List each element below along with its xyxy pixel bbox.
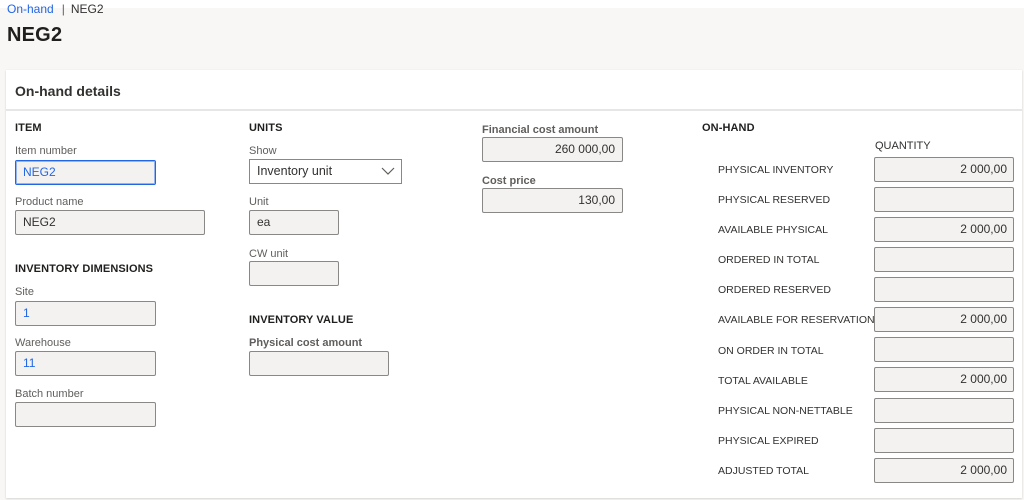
units-group-title: UNITS xyxy=(249,122,283,134)
on-hand-row-label: ON ORDER IN TOTAL xyxy=(718,345,824,357)
page-title: NEG2 xyxy=(7,24,63,46)
on-hand-row-value[interactable] xyxy=(874,187,1014,212)
item-number-label: Item number xyxy=(15,145,77,157)
product-name-field[interactable]: NEG2 xyxy=(15,210,205,235)
on-hand-row-label: PHYSICAL NON-NETTABLE xyxy=(718,405,853,417)
on-hand-row-value[interactable] xyxy=(874,277,1014,302)
inventory-dimensions-group-title: INVENTORY DIMENSIONS xyxy=(15,263,154,275)
show-label: Show xyxy=(249,145,277,157)
warehouse-label: Warehouse xyxy=(15,337,71,349)
show-unit-select-value: Inventory unit xyxy=(257,164,333,178)
on-hand-row-label: ORDERED IN TOTAL xyxy=(718,254,820,266)
site-label: Site xyxy=(15,286,34,298)
unit-label: Unit xyxy=(249,196,269,208)
chevron-down-icon xyxy=(381,167,395,175)
on-hand-row-value[interactable]: 2 000,00 xyxy=(874,307,1014,332)
on-hand-details-card: On-hand details ITEM Item number NEG2 Pr… xyxy=(6,70,1022,498)
on-hand-row-label: AVAILABLE FOR RESERVATION xyxy=(718,314,875,326)
on-hand-row-value[interactable]: 2 000,00 xyxy=(874,157,1014,182)
on-hand-row-label: TOTAL AVAILABLE xyxy=(718,375,808,387)
on-hand-row-label: ADJUSTED TOTAL xyxy=(718,465,810,477)
on-hand-row-value[interactable] xyxy=(874,398,1014,423)
breadcrumb-current: NEG2 xyxy=(70,2,104,16)
quantity-column-header: QUANTITY xyxy=(875,140,931,152)
on-hand-group-title: ON-HAND xyxy=(702,122,755,134)
unit-field[interactable]: ea xyxy=(249,210,339,235)
page: On-hand | NEG2 NEG2 On-hand details ITEM I… xyxy=(0,2,1024,500)
on-hand-row-value[interactable]: 2 000,00 xyxy=(874,217,1014,242)
physical-cost-amount-field[interactable] xyxy=(249,351,389,376)
inventory-value-group-title: INVENTORY VALUE xyxy=(249,314,354,326)
on-hand-row-value[interactable] xyxy=(874,247,1014,272)
cost-price-label: Cost price xyxy=(482,175,536,187)
breadcrumb-link-on-hand[interactable]: On-hand xyxy=(7,2,54,16)
batch-number-field[interactable] xyxy=(15,402,156,427)
on-hand-row-label: PHYSICAL EXPIRED xyxy=(718,435,819,447)
on-hand-row-value[interactable] xyxy=(874,428,1014,453)
financial-cost-amount-field[interactable]: 260 000,00 xyxy=(482,137,623,162)
financial-cost-amount-label: Financial cost amount xyxy=(482,124,599,136)
on-hand-row-label: PHYSICAL RESERVED xyxy=(718,194,831,206)
item-number-field[interactable]: NEG2 xyxy=(15,160,156,185)
cost-price-field[interactable]: 130,00 xyxy=(482,188,623,213)
physical-cost-amount-label: Physical cost amount xyxy=(249,337,363,349)
show-unit-select[interactable]: Inventory unit xyxy=(249,159,402,184)
on-hand-row-value[interactable] xyxy=(874,337,1014,362)
cw-unit-label: CW unit xyxy=(249,248,289,260)
site-field[interactable]: 1 xyxy=(15,301,156,326)
on-hand-row-value[interactable]: 2 000,00 xyxy=(874,458,1014,483)
warehouse-field[interactable]: 11 xyxy=(15,351,156,376)
on-hand-row-value[interactable]: 2 000,00 xyxy=(874,367,1014,392)
breadcrumb: On-hand | NEG2 xyxy=(7,2,104,16)
card-header[interactable]: On-hand details xyxy=(6,70,1022,111)
on-hand-row-label: AVAILABLE PHYSICAL xyxy=(718,224,828,236)
card-title: On-hand details xyxy=(15,83,121,99)
on-hand-row-label: PHYSICAL INVENTORY xyxy=(718,164,834,176)
breadcrumb-separator: | xyxy=(61,2,65,16)
on-hand-row-label: ORDERED RESERVED xyxy=(718,284,831,296)
item-group-title: ITEM xyxy=(15,122,42,134)
batch-number-label: Batch number xyxy=(15,388,84,400)
cw-unit-field[interactable] xyxy=(249,261,339,286)
product-name-label: Product name xyxy=(15,196,84,208)
